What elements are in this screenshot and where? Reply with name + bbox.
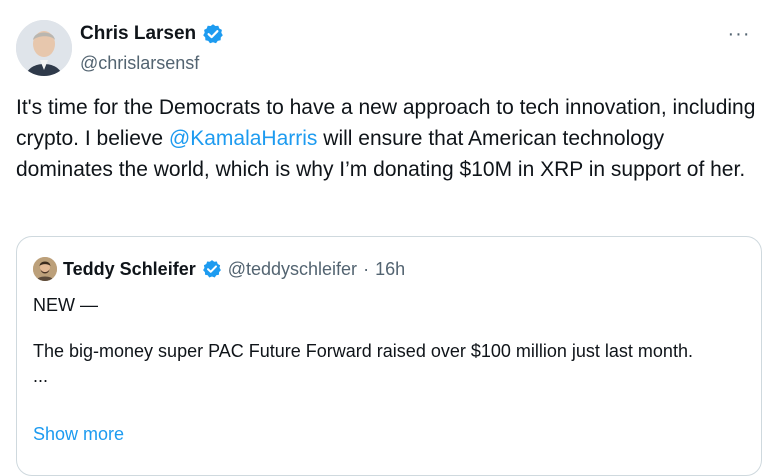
author-avatar[interactable]	[16, 20, 72, 76]
separator-dot: ·	[363, 259, 370, 279]
quoted-author-handle[interactable]: @teddyschleifer	[228, 257, 357, 281]
quoted-tweet-header: Teddy Schleifer @teddyschleifer · 16h	[33, 257, 405, 281]
quoted-line-1: NEW —	[33, 295, 98, 315]
more-options-button[interactable]: ···	[724, 22, 754, 46]
quoted-line-3: ...	[33, 366, 49, 386]
quoted-author-avatar[interactable]	[33, 257, 57, 281]
quoted-paragraph-gap	[33, 317, 733, 339]
mention-link[interactable]: @KamalaHarris	[169, 127, 318, 150]
author-info: Chris Larsen @chrislarsensf	[80, 22, 224, 75]
verified-badge-icon	[202, 23, 224, 45]
verified-badge-icon	[202, 259, 222, 279]
author-handle[interactable]: @chrislarsensf	[80, 51, 224, 75]
more-horizontal-icon: ···	[727, 22, 751, 45]
quoted-line-2: The big-money super PAC Future Forward r…	[33, 341, 693, 361]
author-name[interactable]: Chris Larsen	[80, 22, 196, 46]
show-more-link[interactable]: Show more	[33, 422, 124, 446]
quoted-author-name[interactable]: Teddy Schleifer	[63, 257, 196, 281]
quoted-tweet-text: NEW — The big-money super PAC Future For…	[33, 293, 733, 385]
quoted-tweet[interactable]: Teddy Schleifer @teddyschleifer · 16h NE…	[16, 236, 762, 476]
tweet-text: It's time for the Democrats to have a ne…	[16, 92, 756, 185]
quoted-timestamp[interactable]: 16h	[375, 257, 405, 281]
tweet: Chris Larsen @chrislarsensf ··· It's tim…	[0, 0, 774, 476]
